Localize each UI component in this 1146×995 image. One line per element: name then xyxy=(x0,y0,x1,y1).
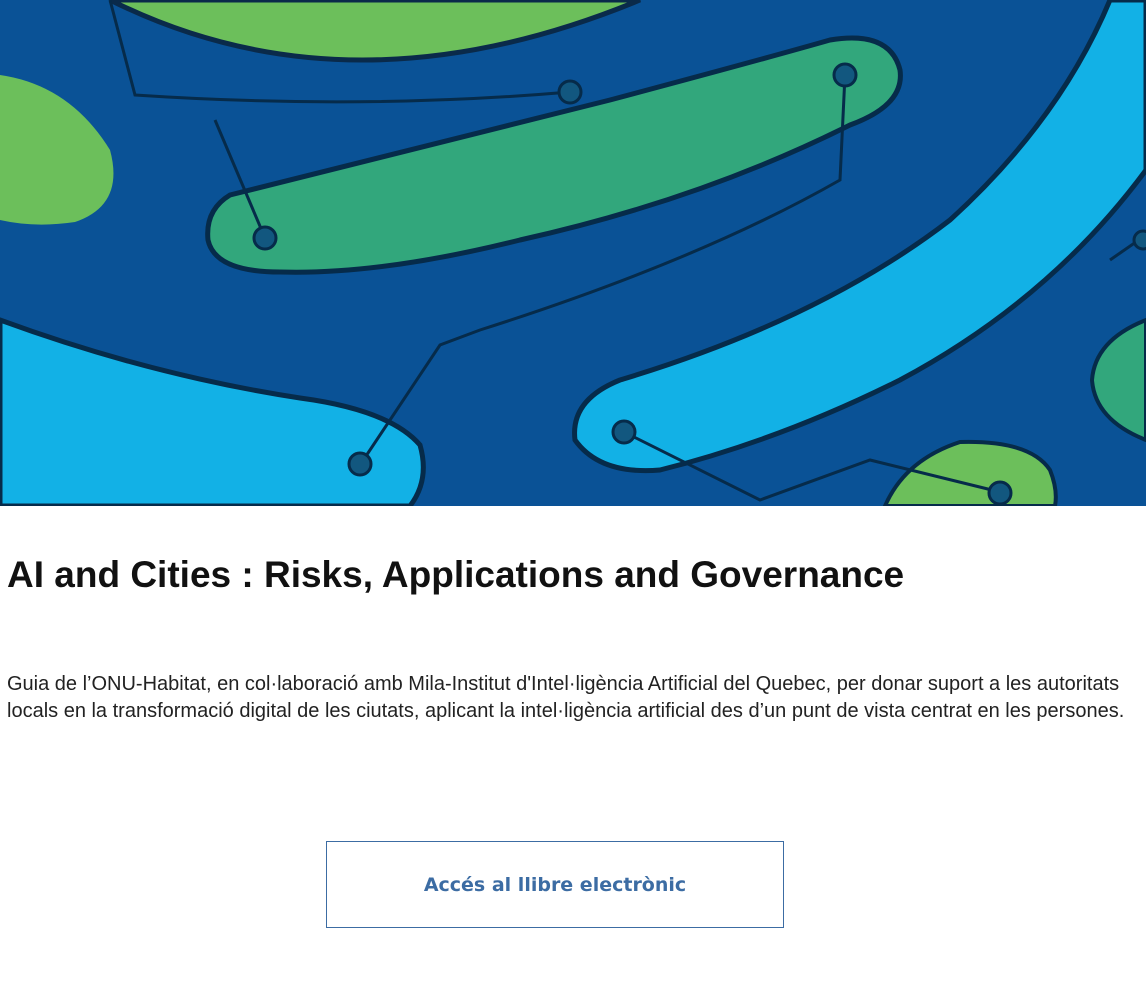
article-description: Guia de l’ONU-Habitat, en col·laboració … xyxy=(7,673,1125,722)
abstract-circuit-pattern-image xyxy=(0,0,1146,506)
page: AI and Cities : Risks, Applications and … xyxy=(0,0,1146,995)
hero-image xyxy=(0,0,1146,506)
access-ebook-button[interactable]: Accés al llibre electrònic xyxy=(326,841,784,928)
page-title: AI and Cities : Risks, Applications and … xyxy=(7,554,905,595)
